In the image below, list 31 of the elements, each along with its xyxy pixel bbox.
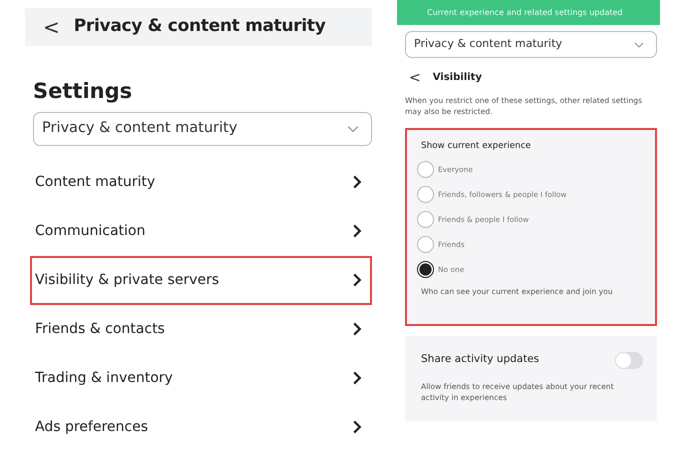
- card-title: Share activity updates: [421, 352, 540, 368]
- settings-heading: Settings: [33, 78, 134, 105]
- dropdown-value: Privacy & content maturity: [42, 118, 238, 138]
- item-label: Content maturity: [35, 172, 156, 192]
- item-label: Friends & contacts: [35, 320, 165, 338]
- dropdown-value: Privacy & content maturity: [414, 36, 562, 52]
- toggle-switch[interactable]: [615, 352, 643, 369]
- section-title: Visibility: [432, 71, 482, 85]
- chevron-down-icon: [634, 40, 644, 50]
- settings-item[interactable]: Communication: [30, 206, 372, 256]
- card-title: Show current experience: [421, 140, 532, 153]
- settings-item[interactable]: Ads preferences: [30, 402, 372, 450]
- back-button[interactable]: <: [43, 17, 60, 37]
- settings-item[interactable]: Friends & contacts: [30, 304, 372, 354]
- settings-item[interactable]: Trading & inventory: [30, 354, 372, 402]
- radio-button[interactable]: [417, 161, 434, 178]
- radio-button[interactable]: [417, 261, 434, 278]
- settings-item[interactable]: Visibility & private servers: [30, 256, 372, 304]
- category-dropdown[interactable]: Privacy & content maturity: [33, 112, 372, 146]
- category-dropdown[interactable]: Privacy & content maturity: [405, 31, 657, 58]
- settings-item[interactable]: Content maturity: [30, 158, 372, 206]
- back-button[interactable]: <: [409, 70, 421, 84]
- item-label: Ads preferences: [35, 418, 148, 436]
- radio-button[interactable]: [417, 211, 434, 228]
- item-label: Communication: [35, 222, 146, 240]
- radio-button[interactable]: [417, 236, 434, 254]
- item-label: Visibility & private servers: [35, 270, 220, 290]
- item-label: Trading & inventory: [35, 368, 173, 388]
- toast-message: Current experience and related settings updated: [397, 0, 660, 25]
- radio-button[interactable]: [417, 186, 434, 204]
- page-title: Privacy & content maturity: [74, 15, 326, 38]
